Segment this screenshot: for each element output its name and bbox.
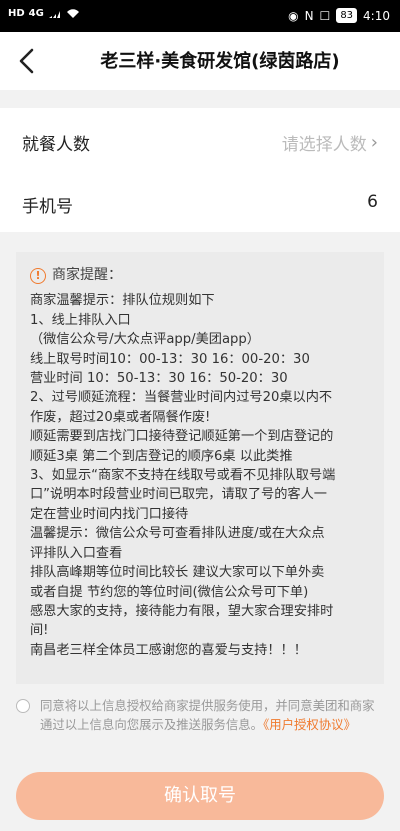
notice-header: ! 商家提醒： [30, 266, 370, 285]
consent-section: 同意将以上信息授权给商家提供服务使用，并同意美团和商家通过以上信息向您展示及推送… [16, 696, 386, 734]
notice-line: 定在营业时间内找门口接待 [30, 506, 189, 522]
notice-line: 间! [30, 623, 49, 639]
phone-row[interactable]: 手机号 6 [0, 170, 400, 232]
notice-line: 3、如显示“商家不支持在线取号或看不见排队取号端 [30, 468, 336, 484]
back-arrow-icon[interactable] [14, 46, 42, 76]
notice-line: 感恩大家的支持，接待能力有限，望大家合理安排时 [30, 603, 334, 619]
phone-field[interactable]: 6 [367, 192, 378, 212]
confirm-queue-button[interactable]: 确认取号 [16, 772, 384, 820]
notice-line: （微信公众号/大众点评app/美团app） [30, 332, 260, 348]
diners-select[interactable]: 请选择人数 › [282, 130, 378, 155]
notice-line: 1、线上排队入口 [30, 312, 131, 328]
notice-line: 线上取号时间10：00-13：30 16：00-20：30 [30, 351, 310, 367]
notice-line: 温馨提示：微信公众号可查看排队进度/或在大众点 [30, 526, 325, 542]
diners-label: 就餐人数 [22, 135, 90, 155]
clock: 4:10 [363, 8, 390, 23]
notice-title: 商家提醒： [52, 267, 122, 283]
status-right: ◉ N ☐ 83 4:10 [288, 8, 390, 23]
consent-radio[interactable] [16, 699, 30, 713]
notice-line: 商家温馨提示：排队位规则如下 [30, 293, 215, 309]
user-agreement-link[interactable]: 《用户授权协议》 [263, 717, 356, 732]
signal-icon [48, 10, 60, 18]
notice-line: 2、过号顺延流程：当餐营业时间内过号20桌以内不 [30, 390, 333, 406]
wifi-icon [66, 8, 79, 18]
diners-placeholder: 请选择人数 [281, 135, 367, 155]
notice-line: 作废，超过20桌或者隔餐作废! [30, 409, 211, 425]
mute-icon: ☐ [319, 8, 331, 23]
notice-line: 口”说明本时段营业时间已取完，请取了号的客人一 [30, 487, 327, 503]
form-section: 就餐人数 请选择人数 › 手机号 6 [0, 108, 400, 232]
notice-line: 评排队入口查看 [30, 545, 123, 561]
page-title: 老三样·美食研发馆(绿茵路店) [100, 51, 340, 72]
battery-icon: 83 [336, 8, 358, 23]
notice-line: 顺延需要到店找门口接待登记顺延第一个到店登记的 [30, 429, 334, 445]
consent-text-block: 同意将以上信息授权给商家提供服务使用，并同意美团和商家通过以上信息向您展示及推送… [16, 696, 386, 734]
notice-line: 排队高峰期等位时间比较长 建议大家可以下单外卖 [30, 565, 325, 581]
status-left: HD 4G [8, 8, 80, 19]
hd-badge: HD [8, 8, 25, 19]
notice-line: 南昌老三样全体员工感谢您的喜爱与支持！！！ [30, 642, 307, 658]
eye-icon: ◉ [288, 8, 299, 23]
chevron-right-icon: › [370, 132, 378, 153]
nav-bar: 老三样·美食研发馆(绿茵路店) [0, 32, 400, 90]
notice-line: 或者自提 节约您的等位时间(微信公众号可下单) [30, 584, 309, 600]
status-bar: HD 4G ◉ N ☐ 83 4:10 [0, 0, 400, 32]
info-icon: ! [30, 267, 46, 284]
nfc-icon: N [304, 8, 314, 23]
merchant-notice: ! 商家提醒： 商家温馨提示：排队位规则如下 1、线上排队入口 （微信公众号/大… [16, 252, 384, 684]
diners-row[interactable]: 就餐人数 请选择人数 › [0, 108, 400, 170]
network-badge: 4G [28, 8, 44, 19]
divider [0, 90, 400, 108]
notice-line: 顺延3桌 第二个到店登记的顺序6桌 以此类推 [30, 448, 293, 464]
notice-line: 营业时间 10：50-13：30 16：50-20：30 [30, 371, 288, 387]
phone-label: 手机号 [22, 197, 73, 217]
